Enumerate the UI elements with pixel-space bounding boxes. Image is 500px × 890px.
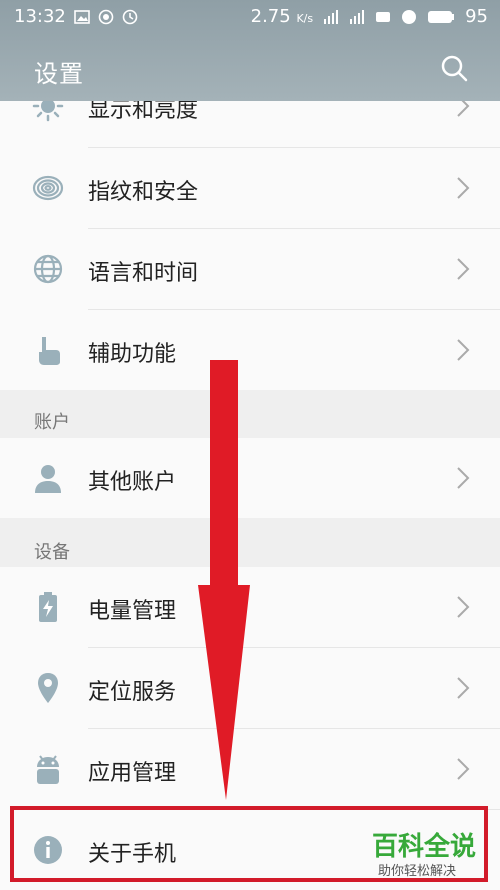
timer-icon (122, 9, 138, 24)
signal-icon (350, 9, 365, 24)
network-speed: 2.75 K/s (250, 6, 314, 27)
signal-4g-icon (324, 9, 339, 24)
watermark-slogan: 助你轻松解决 (378, 864, 457, 879)
image-icon (74, 9, 90, 24)
status-bar: 13:32 2.75 K/s 95 (0, 0, 500, 36)
page-title: 设置 (34, 60, 84, 88)
hd-icon (376, 11, 391, 22)
watermark: 百科全说 助你轻松解决 (372, 826, 492, 882)
battery-level: 95 (465, 6, 488, 27)
notification-icon (98, 9, 114, 24)
search-icon[interactable] (440, 54, 468, 82)
watermark-brand: 百科全说 (372, 832, 477, 862)
wifi-icon (402, 9, 417, 24)
app-header: 13:32 2.75 K/s 95 设置 (0, 0, 500, 101)
annotation-arrow (198, 360, 250, 800)
battery-status-icon (428, 10, 455, 23)
clock: 13:32 (14, 6, 66, 27)
